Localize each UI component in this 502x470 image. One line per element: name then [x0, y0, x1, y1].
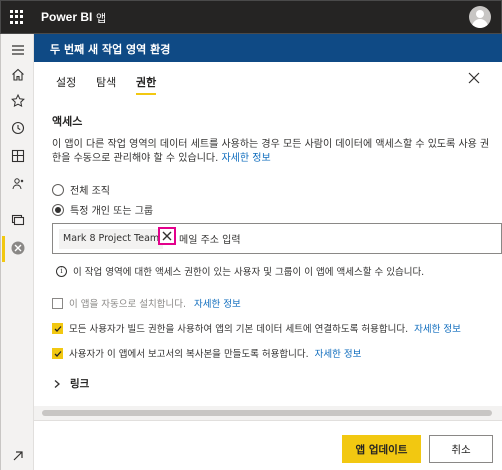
- checkbox-label: 사용자가 이 앱에서 보고서의 복사본을 만들도록 허용합니다.: [69, 349, 309, 360]
- checkbox-label: 이 앱을 자동으로 설치합니다.: [69, 299, 186, 310]
- checkbox-label: 모든 사용자가 빌드 권한을 사용하여 앱의 기본 데이터 세트에 연결하도록 …: [69, 324, 409, 335]
- clock-icon[interactable]: [10, 120, 26, 136]
- radio-entire-org[interactable]: 전체 조직: [52, 182, 110, 197]
- info-icon: i: [56, 265, 67, 277]
- active-indicator: [2, 236, 5, 262]
- scrollbar-thumb[interactable]: [42, 410, 492, 416]
- tab-settings[interactable]: 설정: [56, 74, 76, 90]
- radio-label: 전체 조직: [70, 186, 110, 197]
- access-info: i 이 작업 영역에 대한 액세스 권한이 있는 사용자 및 그룹이 이 앱에 …: [56, 264, 424, 278]
- avatar[interactable]: [469, 6, 491, 28]
- build-permission-option[interactable]: 모든 사용자가 빌드 권한을 사용하여 앱의 기본 데이터 세트에 연결하도록 …: [52, 321, 461, 335]
- workspaces-icon[interactable]: [10, 212, 26, 228]
- email-input[interactable]: 메일 주소 입력: [179, 231, 241, 246]
- build-permission-checkbox[interactable]: [52, 322, 63, 334]
- top-bar: Power BI 앱: [0, 0, 502, 34]
- home-icon[interactable]: [10, 67, 26, 83]
- shared-people-icon[interactable]: [10, 176, 26, 192]
- radio-button[interactable]: [52, 203, 64, 216]
- selected-person-chip: Mark 8 Project Team: [59, 229, 164, 249]
- app-settings-panel: 설정 탐색 권한 액세스 이 앱이 다른 작업 영역의 데이터 세트를 사용하는…: [34, 62, 502, 470]
- tab-permissions[interactable]: 권한: [136, 74, 157, 95]
- workspace-header: 두 번째 새 작업 영역 환경: [34, 34, 502, 62]
- update-app-button[interactable]: 앱 업데이트: [342, 435, 421, 463]
- access-description: 이 앱이 다른 작업 영역의 데이터 세트를 사용하는 경우 모든 사람이 데이…: [52, 138, 492, 166]
- people-picker[interactable]: Mark 8 Project Team 메일 주소 입력: [52, 223, 502, 254]
- copy-reports-option[interactable]: 사용자가 이 앱에서 보고서의 복사본을 만들도록 허용합니다. 자세한 정보: [52, 346, 361, 360]
- auto-install-checkbox: [52, 297, 63, 309]
- radio-specific-people[interactable]: 특정 개인 또는 그룹: [52, 202, 153, 217]
- close-icon[interactable]: [467, 71, 483, 87]
- apps-icon[interactable]: [10, 148, 26, 164]
- chevron-right-icon[interactable]: [52, 379, 62, 389]
- links-section-toggle[interactable]: 링크: [52, 376, 89, 391]
- star-icon[interactable]: [10, 93, 26, 109]
- links-section-label: 링크: [70, 378, 90, 390]
- page-title: 두 번째 새 작업 영역 환경: [50, 43, 171, 56]
- learn-more-link[interactable]: 자세한 정보: [221, 153, 270, 164]
- cancel-button[interactable]: 취소: [429, 435, 493, 463]
- info-text: 이 작업 영역에 대한 액세스 권한이 있는 사용자 및 그룹이 이 앱에 액세…: [73, 267, 425, 278]
- radio-label: 특정 개인 또는 그룹: [70, 206, 154, 217]
- learn-more-link[interactable]: 자세한 정보: [414, 321, 461, 335]
- remove-person-icon[interactable]: [158, 227, 176, 245]
- expand-arrow-icon[interactable]: [10, 448, 26, 464]
- breadcrumb[interactable]: 앱: [96, 10, 106, 26]
- brand-title[interactable]: Power BI: [41, 10, 92, 24]
- auto-install-option: 이 앱을 자동으로 설치합니다. 자세한 정보: [52, 296, 241, 310]
- current-workspace-icon[interactable]: [10, 240, 26, 256]
- left-nav: [0, 34, 34, 470]
- horizontal-scrollbar[interactable]: [34, 406, 502, 420]
- copy-reports-checkbox[interactable]: [52, 347, 63, 359]
- panel-footer: 앱 업데이트 취소: [34, 420, 502, 470]
- tab-navigation[interactable]: 탐색: [96, 74, 116, 90]
- learn-more-link[interactable]: 자세한 정보: [315, 346, 362, 360]
- hamburger-menu-icon[interactable]: [10, 42, 26, 58]
- learn-more-link[interactable]: 자세한 정보: [194, 296, 241, 310]
- radio-button[interactable]: [52, 183, 64, 196]
- app-launcher-icon[interactable]: [10, 10, 24, 24]
- access-heading: 액세스: [52, 115, 83, 128]
